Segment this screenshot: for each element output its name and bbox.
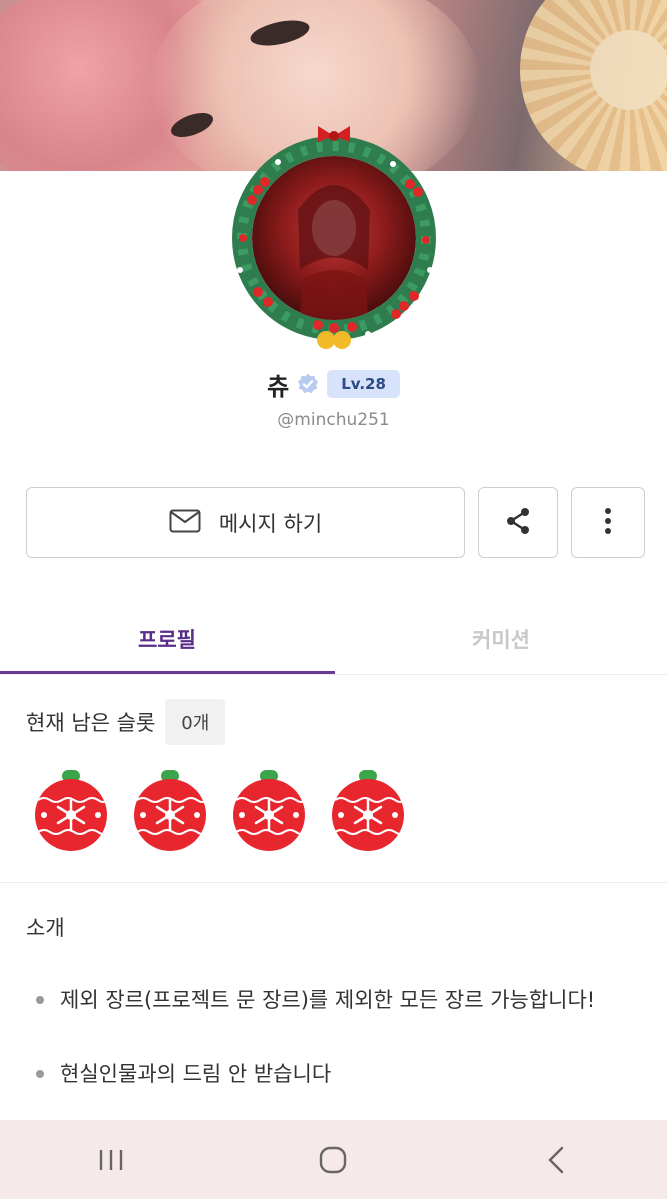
profile-name: 츄: [267, 372, 290, 401]
back-chevron-icon: [548, 1146, 564, 1173]
slots-label: 현재 남은 슬롯: [26, 711, 156, 735]
intro-title: 소개: [26, 916, 65, 940]
recent-apps-button[interactable]: [71, 1130, 151, 1190]
level-badge: Lv.28: [327, 370, 400, 398]
ornament-icon: [134, 770, 206, 851]
share-icon: [505, 507, 531, 539]
mail-icon: [169, 509, 201, 537]
profile-handle: @minchu251: [277, 410, 390, 430]
message-button[interactable]: 메시지 하기: [26, 487, 465, 558]
section-divider: [0, 882, 667, 883]
tab-commission[interactable]: 커미션: [334, 606, 667, 672]
system-nav-bar: [0, 1120, 667, 1199]
share-button[interactable]: [478, 487, 558, 558]
message-button-label: 메시지 하기: [218, 511, 323, 536]
list-item: 제외 장르(프로젝트 문 장르)를 제외한 모든 장르 가능합니다!: [36, 978, 646, 1022]
ornament-icon: [35, 770, 107, 851]
list-item: 현실인물과의 드림 안 받습니다: [36, 1052, 646, 1096]
more-options-button[interactable]: [571, 487, 645, 558]
intro-list: 제외 장르(프로젝트 문 장르)를 제외한 모든 장르 가능합니다! 현실인물과…: [36, 978, 646, 1126]
profile-name-row: 츄 Lv.28: [0, 366, 667, 402]
ornament-icon: [233, 770, 305, 851]
slot-ornaments: [34, 770, 405, 852]
tab-profile[interactable]: 프로필: [0, 606, 334, 672]
more-vertical-icon: [604, 507, 612, 539]
verified-badge-icon: [297, 373, 319, 395]
recent-apps-icon: [99, 1149, 123, 1170]
slots-count: 0개: [165, 699, 226, 745]
ornament-icon: [332, 770, 404, 851]
tab-divider: [0, 674, 667, 675]
avatar[interactable]: [218, 120, 450, 352]
home-icon: [320, 1146, 347, 1173]
home-button[interactable]: [293, 1130, 373, 1190]
remaining-slots: 현재 남은 슬롯 0개: [26, 698, 226, 746]
profile-tabs: 프로필 커미션: [0, 606, 667, 676]
wreath-frame-icon: [232, 126, 436, 349]
back-button[interactable]: [516, 1130, 596, 1190]
